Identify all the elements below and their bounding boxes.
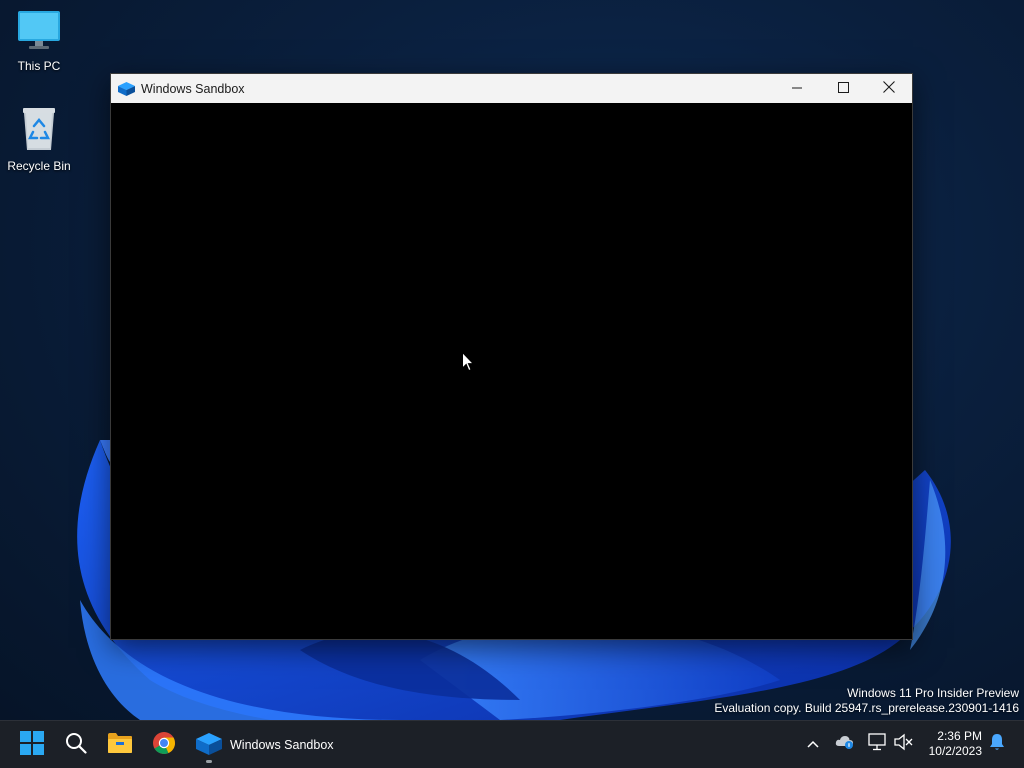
taskbar-clock[interactable]: 2:36 PM 10/2/2023 — [929, 729, 982, 759]
evaluation-watermark: Windows 11 Pro Insider Preview Evaluatio… — [714, 686, 1019, 716]
chevron-up-icon — [807, 735, 819, 753]
minimize-icon — [792, 82, 802, 96]
windows-start-icon — [20, 730, 44, 760]
window-title: Windows Sandbox — [141, 81, 245, 96]
file-explorer-button[interactable] — [100, 725, 140, 765]
taskbar: Windows Sandbox 2:36 PM 10/2/2023 — [0, 720, 1024, 768]
running-indicator — [206, 760, 212, 763]
search-button[interactable] — [56, 725, 96, 765]
maximize-icon — [837, 81, 849, 96]
volume-tray-button[interactable] — [892, 733, 914, 755]
file-explorer-icon — [107, 732, 133, 759]
onedrive-icon — [835, 734, 855, 755]
maximize-button[interactable] — [820, 74, 866, 103]
chrome-button[interactable] — [144, 725, 184, 765]
network-icon — [867, 732, 887, 756]
monitor-icon — [17, 10, 61, 55]
clock-date: 10/2/2023 — [928, 744, 982, 758]
windows-sandbox-icon — [118, 81, 135, 96]
windows-sandbox-icon — [196, 732, 222, 758]
close-icon — [883, 81, 895, 96]
clock-time: 2:36 PM — [937, 729, 982, 743]
sandbox-window[interactable]: Windows Sandbox — [110, 73, 913, 640]
desktop-icon-label: This PC — [17, 59, 61, 73]
start-button[interactable] — [12, 725, 52, 765]
desktop-icon-label: Recycle Bin — [7, 159, 71, 173]
mouse-cursor-icon — [462, 351, 475, 377]
network-tray-button[interactable] — [866, 732, 888, 756]
desktop-icon-this-pc[interactable]: This PC — [1, 10, 77, 73]
search-icon — [65, 732, 87, 759]
window-titlebar[interactable]: Windows Sandbox — [111, 74, 912, 103]
watermark-build: Evaluation copy. Build 25947.rs_prerelea… — [714, 701, 1019, 715]
taskbar-windows-sandbox[interactable]: Windows Sandbox — [190, 725, 340, 765]
chrome-icon — [152, 731, 176, 760]
desktop-icon-recycle-bin[interactable]: Recycle Bin — [1, 106, 77, 173]
show-hidden-icons-button[interactable] — [802, 733, 824, 755]
minimize-button[interactable] — [774, 74, 820, 103]
notifications-button[interactable] — [986, 733, 1008, 755]
desktop: This PC Recycle Bin Windows 11 Pro Insid… — [0, 0, 1024, 720]
taskbar-app-label: Windows Sandbox — [230, 738, 334, 752]
close-button[interactable] — [866, 74, 912, 103]
watermark-edition: Windows 11 Pro Insider Preview — [847, 686, 1019, 700]
sandbox-display-area[interactable] — [111, 103, 912, 639]
onedrive-tray-button[interactable] — [834, 733, 856, 755]
recycle-bin-icon — [19, 106, 59, 155]
notification-bell-icon — [989, 733, 1005, 756]
volume-muted-icon — [893, 733, 913, 756]
